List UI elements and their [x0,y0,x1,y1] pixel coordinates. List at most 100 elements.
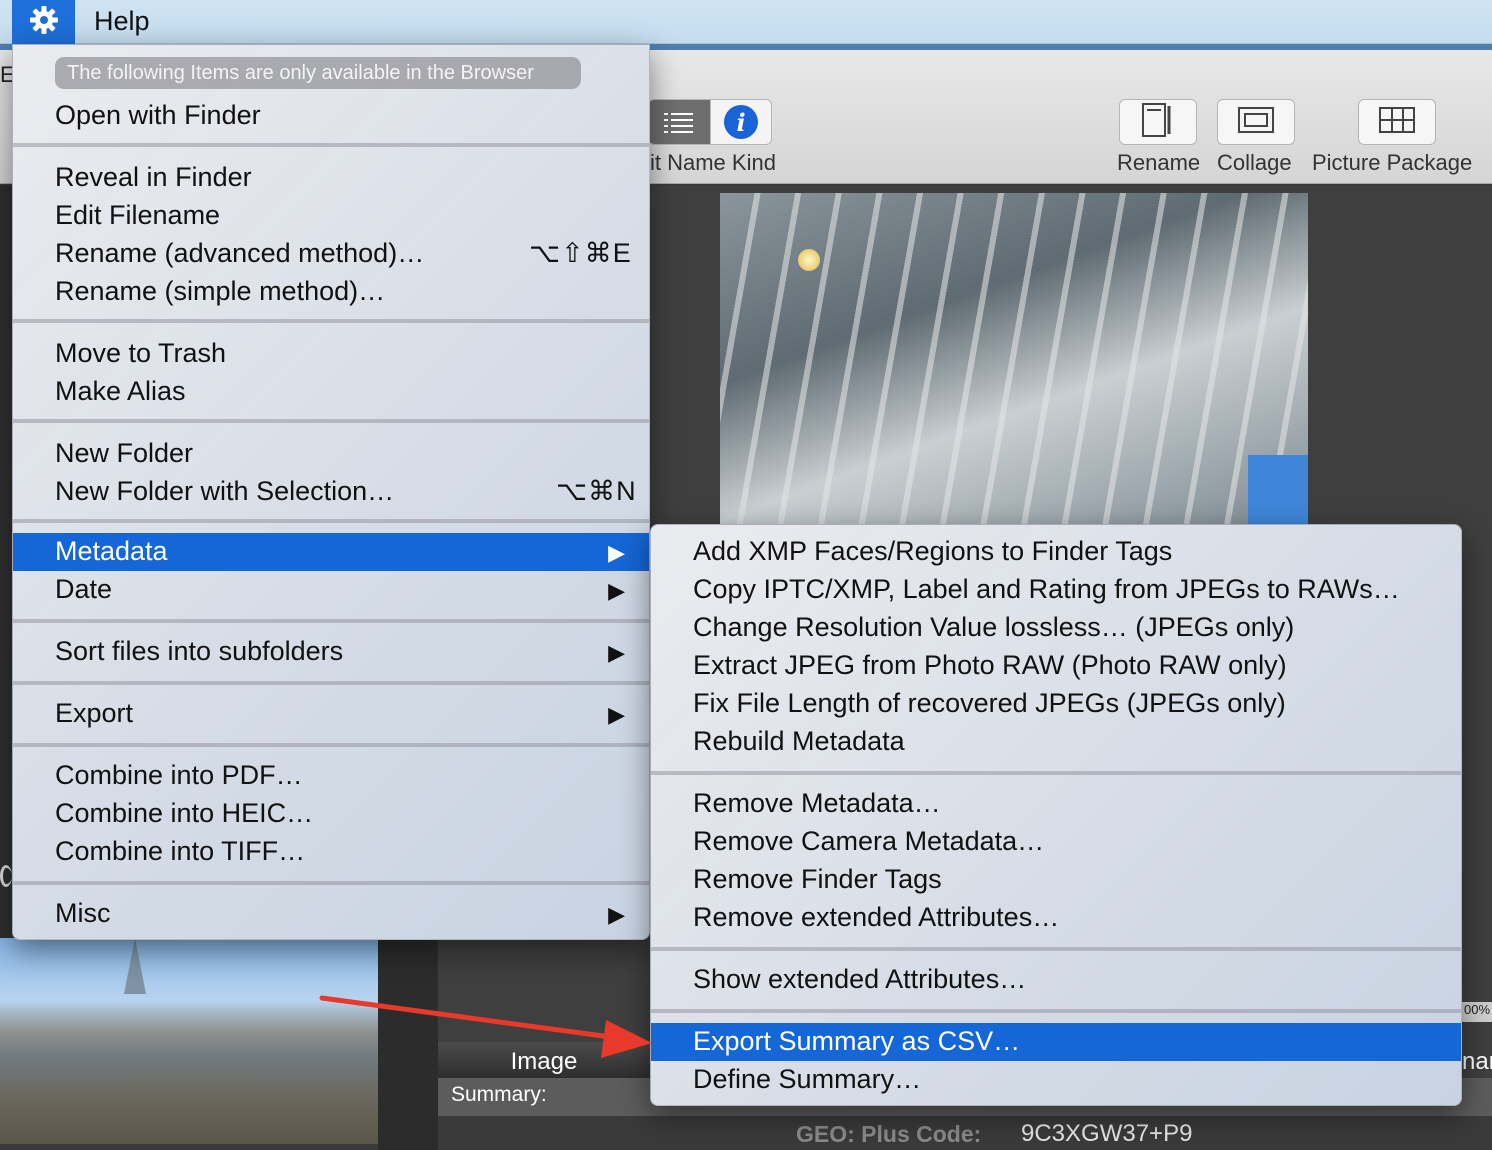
menu-separator [13,143,649,147]
menu-item-label: Move to Trash [55,338,227,368]
submenu-arrow-icon: ▶ [608,640,625,665]
submenu-item-extract-jpeg[interactable]: Extract JPEG from Photo RAW (Photo RAW o… [651,647,1461,685]
submenu-item-remove-metadata[interactable]: Remove Metadata… [651,785,1461,823]
photo-sky [1248,455,1308,525]
viewer-divider [378,938,438,1150]
menu-separator [651,947,1461,951]
menu-item-label: New Folder [55,438,194,468]
menu-separator [13,519,649,523]
collage-button-label: Collage [1217,150,1292,175]
submenu-arrow-icon: ▶ [608,578,625,603]
menu-item-open-with-finder[interactable]: Open with Finder [13,97,649,135]
menu-item-make-alias[interactable]: Make Alias [13,373,649,411]
menu-item-reveal-in-finder[interactable]: Reveal in Finder [13,159,649,197]
gear-icon [29,5,59,40]
thumbnail-london-skyline[interactable] [0,938,378,1144]
submenu-item-define-summary[interactable]: Define Summary… [651,1061,1461,1099]
menu-item-metadata[interactable]: Metadata ▶ [13,533,649,571]
summary-label: Summary: [451,1083,547,1106]
menu-item-label: Make Alias [55,376,186,406]
submenu-item-remove-finder-tags[interactable]: Remove Finder Tags [651,861,1461,899]
menu-bar: Help [0,0,1492,44]
menu-item-new-folder[interactable]: New Folder [13,435,649,473]
view-mode-segmented-control[interactable]: i [648,99,772,145]
zoom-level-fragment[interactable]: 00% [1462,1002,1492,1022]
image-tab[interactable]: Image [438,1042,650,1078]
submenu-item-show-extended-attributes[interactable]: Show extended Attributes… [651,961,1461,999]
submenu-item-remove-extended-attributes[interactable]: Remove extended Attributes… [651,899,1461,937]
submenu-item-copy-iptc-xmp[interactable]: Copy IPTC/XMP, Label and Rating from JPE… [651,571,1461,609]
geo-plus-code-label: GEO: Plus Code: [796,1121,982,1147]
browser-only-notice: The following Items are only available i… [55,57,581,89]
submenu-item-export-summary-csv[interactable]: Export Summary as CSV… [651,1023,1461,1061]
menu-item-label: Change Resolution Value lossless… (JPEGs… [693,612,1295,642]
submenu-item-remove-camera-metadata[interactable]: Remove Camera Metadata… [651,823,1461,861]
menu-item-label: Sort files into subfolders [55,636,344,666]
menu-item-rename-advanced[interactable]: Rename (advanced method)… ⌥⇧⌘E [13,235,649,273]
menu-item-label: Extract JPEG from Photo RAW (Photo RAW o… [693,650,1287,680]
menu-item-label: Export Summary as CSV… [693,1026,1021,1056]
menu-item-label: Copy IPTC/XMP, Label and Rating from JPE… [693,574,1400,604]
submenu-item-add-xmp-faces[interactable]: Add XMP Faces/Regions to Finder Tags [651,533,1461,571]
menu-item-export[interactable]: Export ▶ [13,695,649,733]
picture-package-button-label: Picture Package [1312,150,1473,175]
menu-separator [13,743,649,747]
menu-item-label: Remove Camera Metadata… [693,826,1045,856]
menu-item-label: Date [55,574,113,604]
menu-item-label: Edit Filename [55,200,221,230]
menu-item-combine-into-tiff[interactable]: Combine into TIFF… [13,833,649,871]
menu-separator [651,1009,1461,1013]
right-tab-fragment[interactable]: nar [1462,1048,1492,1076]
menu-item-edit-filename[interactable]: Edit Filename [13,197,649,235]
rename-button[interactable] [1119,99,1197,145]
menu-item-sort-files-into-subfolders[interactable]: Sort files into subfolders ▶ [13,633,649,671]
photo-lamp [798,249,820,271]
menu-item-move-to-trash[interactable]: Move to Trash [13,335,649,373]
list-view-icon[interactable] [649,100,710,144]
svg-text:i: i [736,108,745,137]
menu-item-label: Remove extended Attributes… [693,902,1060,932]
menu-item-label: Metadata [55,536,168,566]
menu-item-label: Export [55,698,134,728]
menu-item-label: Combine into PDF… [55,760,303,790]
menu-item-date[interactable]: Date ▶ [13,571,649,609]
submenu-arrow-icon: ▶ [608,902,625,927]
submenu-arrow-icon: ▶ [608,540,625,565]
menu-item-label: Add XMP Faces/Regions to Finder Tags [693,536,1173,566]
menu-separator [13,319,649,323]
info-icon[interactable]: i [709,100,772,144]
menu-item-label: Combine into HEIC… [55,798,314,828]
menu-item-label: Rename (advanced method)… [55,238,425,268]
menu-item-label: Define Summary… [693,1064,922,1094]
help-menu[interactable]: Help [94,6,150,37]
menu-item-label: Combine into TIFF… [55,836,306,866]
menu-separator [13,419,649,423]
menu-item-label: Rename (simple method)… [55,276,386,306]
menu-item-label: Remove Finder Tags [693,864,942,894]
preview-photo [720,193,1308,525]
collage-button[interactable] [1217,99,1295,145]
thumbnail-shard-tower [124,938,146,994]
sidebar-edge-control[interactable] [0,865,12,887]
menu-item-rename-simple[interactable]: Rename (simple method)… [13,273,649,311]
submenu-item-rebuild-metadata[interactable]: Rebuild Metadata [651,723,1461,761]
submenu-arrow-icon: ▶ [608,702,625,727]
menu-item-label: Misc [55,898,111,928]
browser-sidebar [0,185,12,945]
menu-item-combine-into-heic[interactable]: Combine into HEIC… [13,795,649,833]
menu-item-combine-into-pdf[interactable]: Combine into PDF… [13,757,649,795]
menu-separator [13,881,649,885]
menu-item-shortcut: ⌥⌘N [556,476,637,506]
submenu-item-fix-file-length[interactable]: Fix File Length of recovered JPEGs (JPEG… [651,685,1461,723]
menu-item-shortcut: ⌥⇧⌘E [529,238,632,268]
column-headers-label: it Name Kind [650,150,776,175]
submenu-item-change-resolution[interactable]: Change Resolution Value lossless… (JPEGs… [651,609,1461,647]
menu-item-new-folder-with-selection[interactable]: New Folder with Selection… ⌥⌘N [13,473,649,511]
menu-separator [13,681,649,685]
gear-menu-button[interactable] [12,0,75,44]
rename-icon [1138,102,1178,143]
menu-item-label: New Folder with Selection… [55,476,395,506]
menu-item-misc[interactable]: Misc ▶ [13,895,649,933]
picture-package-button[interactable] [1358,99,1436,145]
menu-item-label: Remove Metadata… [693,788,941,818]
